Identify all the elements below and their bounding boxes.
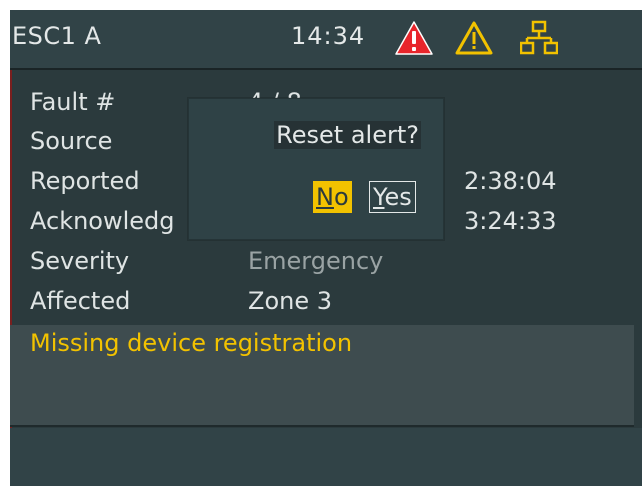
warning-triangle-icon[interactable]: [454, 20, 494, 56]
severity-value: Emergency: [248, 247, 384, 275]
yes-button-rest: es: [384, 183, 412, 211]
header-divider: [10, 68, 642, 70]
fault-number-label: Fault #: [30, 88, 116, 116]
clock: 14:34: [291, 22, 366, 50]
affected-value: Zone 3: [248, 287, 332, 315]
severity-label: Severity: [30, 247, 130, 275]
yes-button-hotkey: Y: [373, 183, 385, 211]
no-button[interactable]: No: [313, 181, 352, 213]
source-label: Source: [30, 127, 113, 155]
reset-alert-dialog: Reset alert? No Yes: [188, 98, 444, 240]
yes-button[interactable]: Yes: [369, 181, 416, 213]
no-button-hotkey: N: [316, 183, 334, 211]
network-icon[interactable]: [520, 20, 558, 56]
dialog-question: Reset alert?: [274, 121, 421, 149]
reported-label: Reported: [30, 167, 140, 195]
acknowledged-value: 3:24:33: [464, 207, 557, 235]
footer-bar: [10, 428, 642, 486]
alarm-triangle-icon[interactable]: [394, 20, 434, 56]
severity-row: Severity Emergency: [30, 241, 630, 281]
device-screen: ESC1 A 14:34 Fault # 4 / 8 Source: [10, 10, 642, 486]
affected-label: Affected: [30, 287, 131, 315]
fault-message-box: Missing device registration: [10, 325, 634, 427]
acknowledged-label: Acknowledg: [30, 207, 175, 235]
affected-row: Affected Zone 3: [30, 281, 630, 321]
device-title: ESC1 A: [12, 22, 102, 50]
fault-message: Missing device registration: [30, 329, 353, 357]
reported-value: 2:38:04: [464, 167, 557, 195]
no-button-rest: o: [333, 183, 349, 211]
header-bar: ESC1 A 14:34: [10, 10, 642, 68]
